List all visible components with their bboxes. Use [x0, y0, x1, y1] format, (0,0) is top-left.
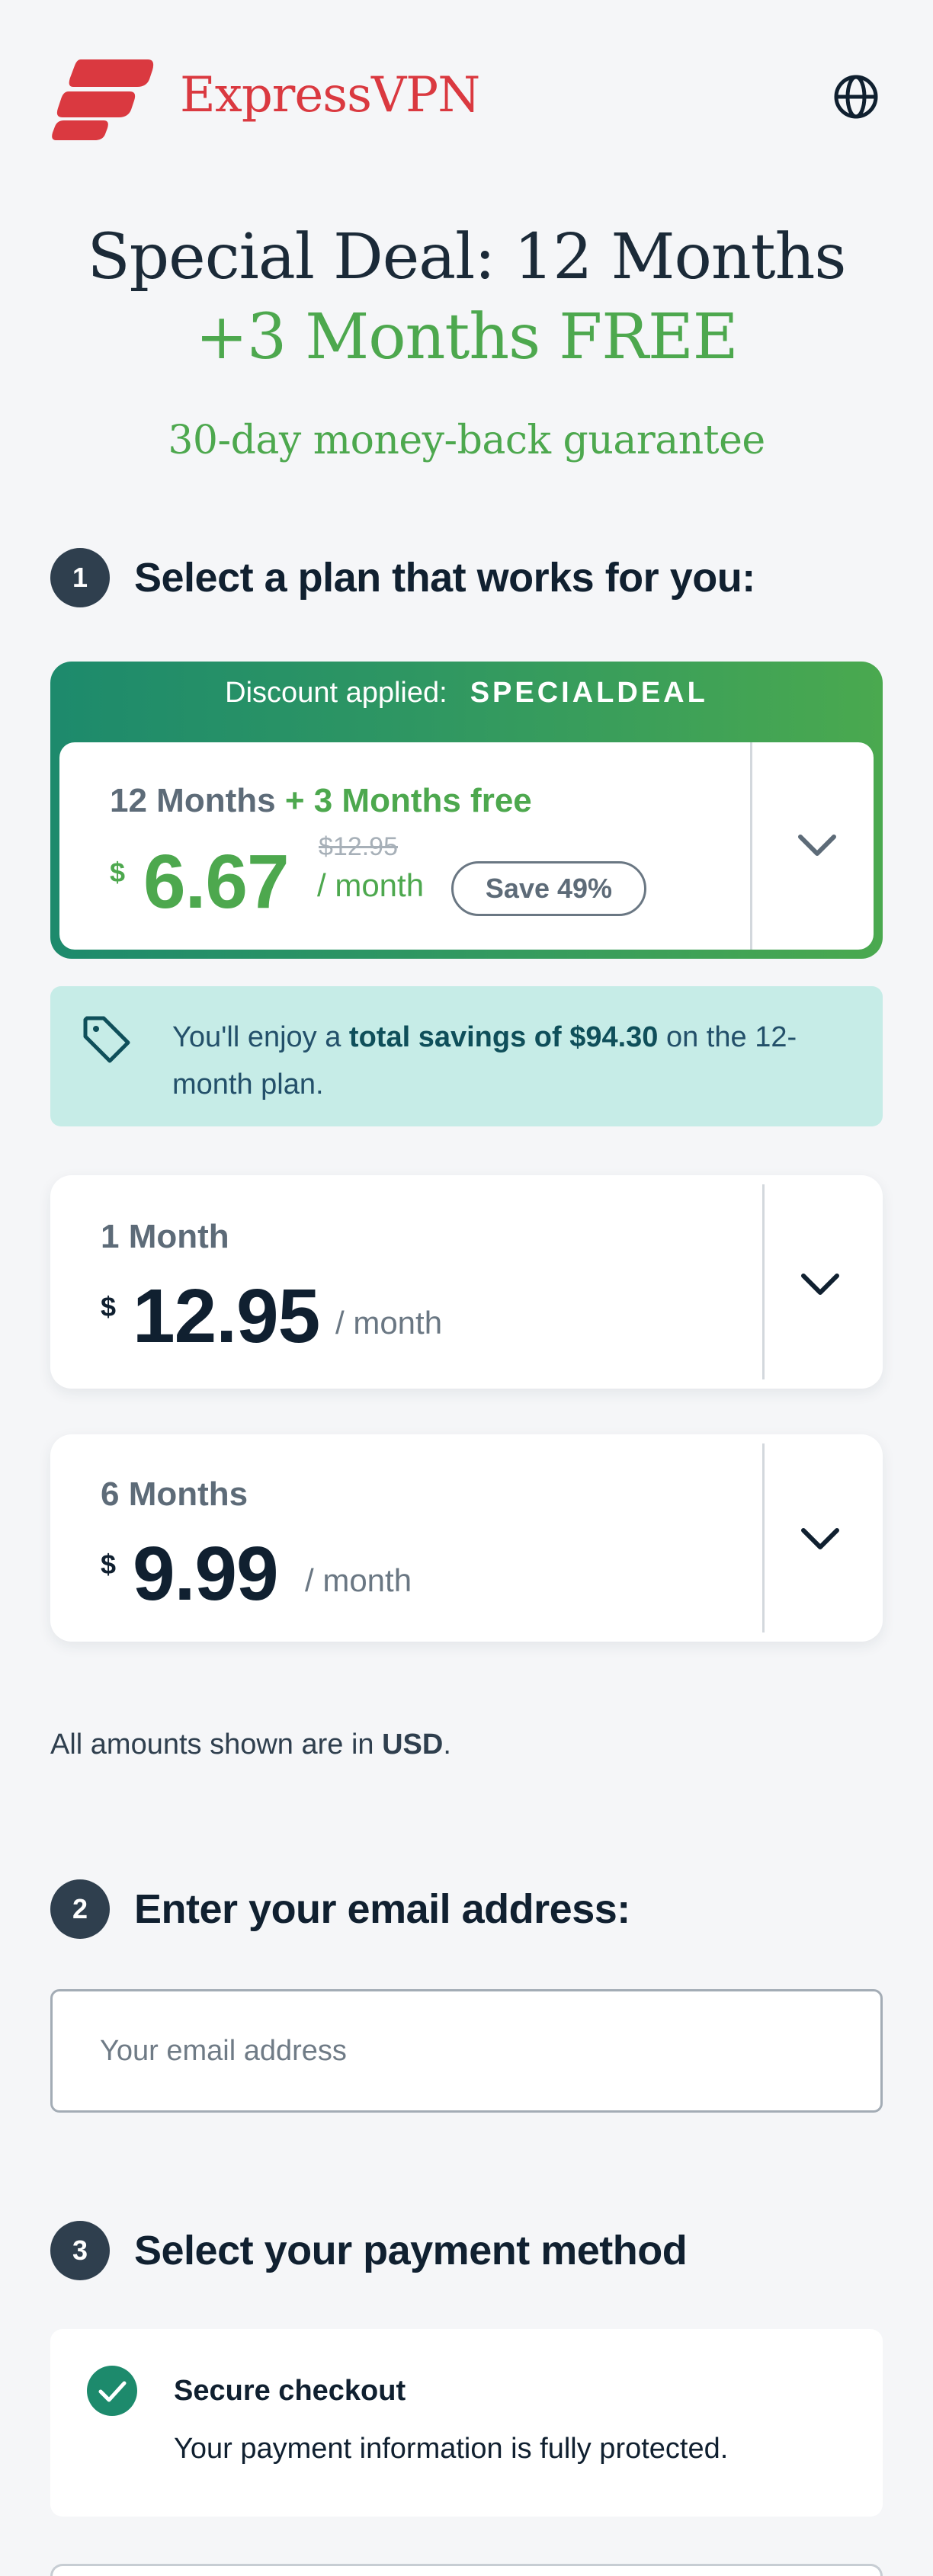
original-price: $12.95: [319, 832, 398, 861]
divider: [762, 1443, 765, 1632]
step-payment-method: 3 Select your payment method: [50, 2221, 688, 2280]
secure-checkout-notice: Secure checkout Your payment information…: [50, 2329, 883, 2517]
currency-note: All amounts shown are in USD.: [50, 1729, 451, 1761]
currency-symbol: $: [101, 1291, 117, 1322]
brand-name[interactable]: ExpressVPN: [180, 67, 480, 123]
plan-price: 12.95: [133, 1274, 320, 1359]
featured-plan-body[interactable]: 12 Months + 3 Months free $ 6.67 $12.95 …: [59, 742, 874, 950]
divider: [762, 1184, 765, 1379]
plan-duration: 12 Months: [110, 782, 276, 819]
currency-symbol: $: [101, 1549, 117, 1580]
chevron-down-icon[interactable]: [796, 832, 838, 858]
chevron-down-icon[interactable]: [799, 1526, 842, 1552]
plan-bonus: + 3 Months free: [284, 782, 532, 819]
plan-name: 12 Months + 3 Months free: [110, 782, 532, 820]
savings-banner: You'll enjoy a total savings of $94.30 o…: [50, 986, 883, 1126]
step-title: Enter your email address:: [134, 1886, 630, 1932]
plan-name: 1 Month: [101, 1218, 229, 1255]
savings-amount: total savings of $94.30: [348, 1021, 659, 1053]
tag-icon: [83, 1016, 130, 1063]
discount-code: SPECIALDEAL: [470, 677, 708, 709]
money-back-guarantee: 30-day money-back guarantee: [168, 418, 765, 463]
secure-checkout-description: Your payment information is fully protec…: [174, 2433, 729, 2465]
globe-icon[interactable]: [832, 73, 880, 120]
discount-row: Discount applied: SPECIALDEAL: [50, 677, 883, 710]
step-number-badge: 2: [50, 1879, 110, 1939]
expressvpn-logo-icon[interactable]: [50, 56, 156, 142]
discount-label: Discount applied:: [225, 677, 447, 709]
price-period: / month: [317, 867, 425, 903]
plan-price: 9.99: [133, 1531, 279, 1616]
price-period: / month: [305, 1562, 412, 1598]
site-header: ExpressVPN: [0, 0, 933, 198]
step-title: Select a plan that works for you:: [134, 555, 755, 601]
step-enter-email: 2 Enter your email address:: [50, 1879, 630, 1939]
hero-title: Special Deal: 12 Months: [87, 221, 847, 293]
featured-plan-card[interactable]: Discount applied: SPECIALDEAL 12 Months +…: [50, 662, 883, 959]
plan-card-1-month[interactable]: 1 Month $ 12.95 / month: [50, 1175, 883, 1389]
plan-card-6-months[interactable]: 6 Months $ 9.99 / month: [50, 1434, 883, 1642]
chevron-down-icon[interactable]: [799, 1271, 842, 1297]
divider: [750, 742, 752, 950]
price-period: / month: [335, 1305, 443, 1341]
savings-text: You'll enjoy a total savings of $94.30 o…: [172, 1014, 843, 1108]
email-input[interactable]: [50, 1989, 883, 2113]
save-badge: Save 49%: [451, 861, 646, 916]
secure-checkout-title: Secure checkout: [174, 2375, 406, 2407]
payment-option-card[interactable]: [50, 2564, 883, 2576]
check-circle-icon: [87, 2366, 137, 2416]
step-select-plan: 1 Select a plan that works for you:: [50, 548, 755, 607]
step-number-badge: 3: [50, 2221, 110, 2280]
plan-price: 6.67: [143, 839, 290, 924]
savings-prefix: You'll enjoy a: [172, 1021, 349, 1053]
currency-symbol: $: [110, 857, 126, 888]
plan-name: 6 Months: [101, 1475, 248, 1513]
currency-note-suffix: .: [443, 1729, 451, 1761]
currency-note-prefix: All amounts shown are in: [50, 1729, 383, 1761]
step-title: Select your payment method: [134, 2228, 688, 2273]
currency-code: USD: [382, 1729, 444, 1761]
hero-bonus-title: +3 Months FREE: [195, 301, 738, 373]
step-number-badge: 1: [50, 548, 110, 607]
